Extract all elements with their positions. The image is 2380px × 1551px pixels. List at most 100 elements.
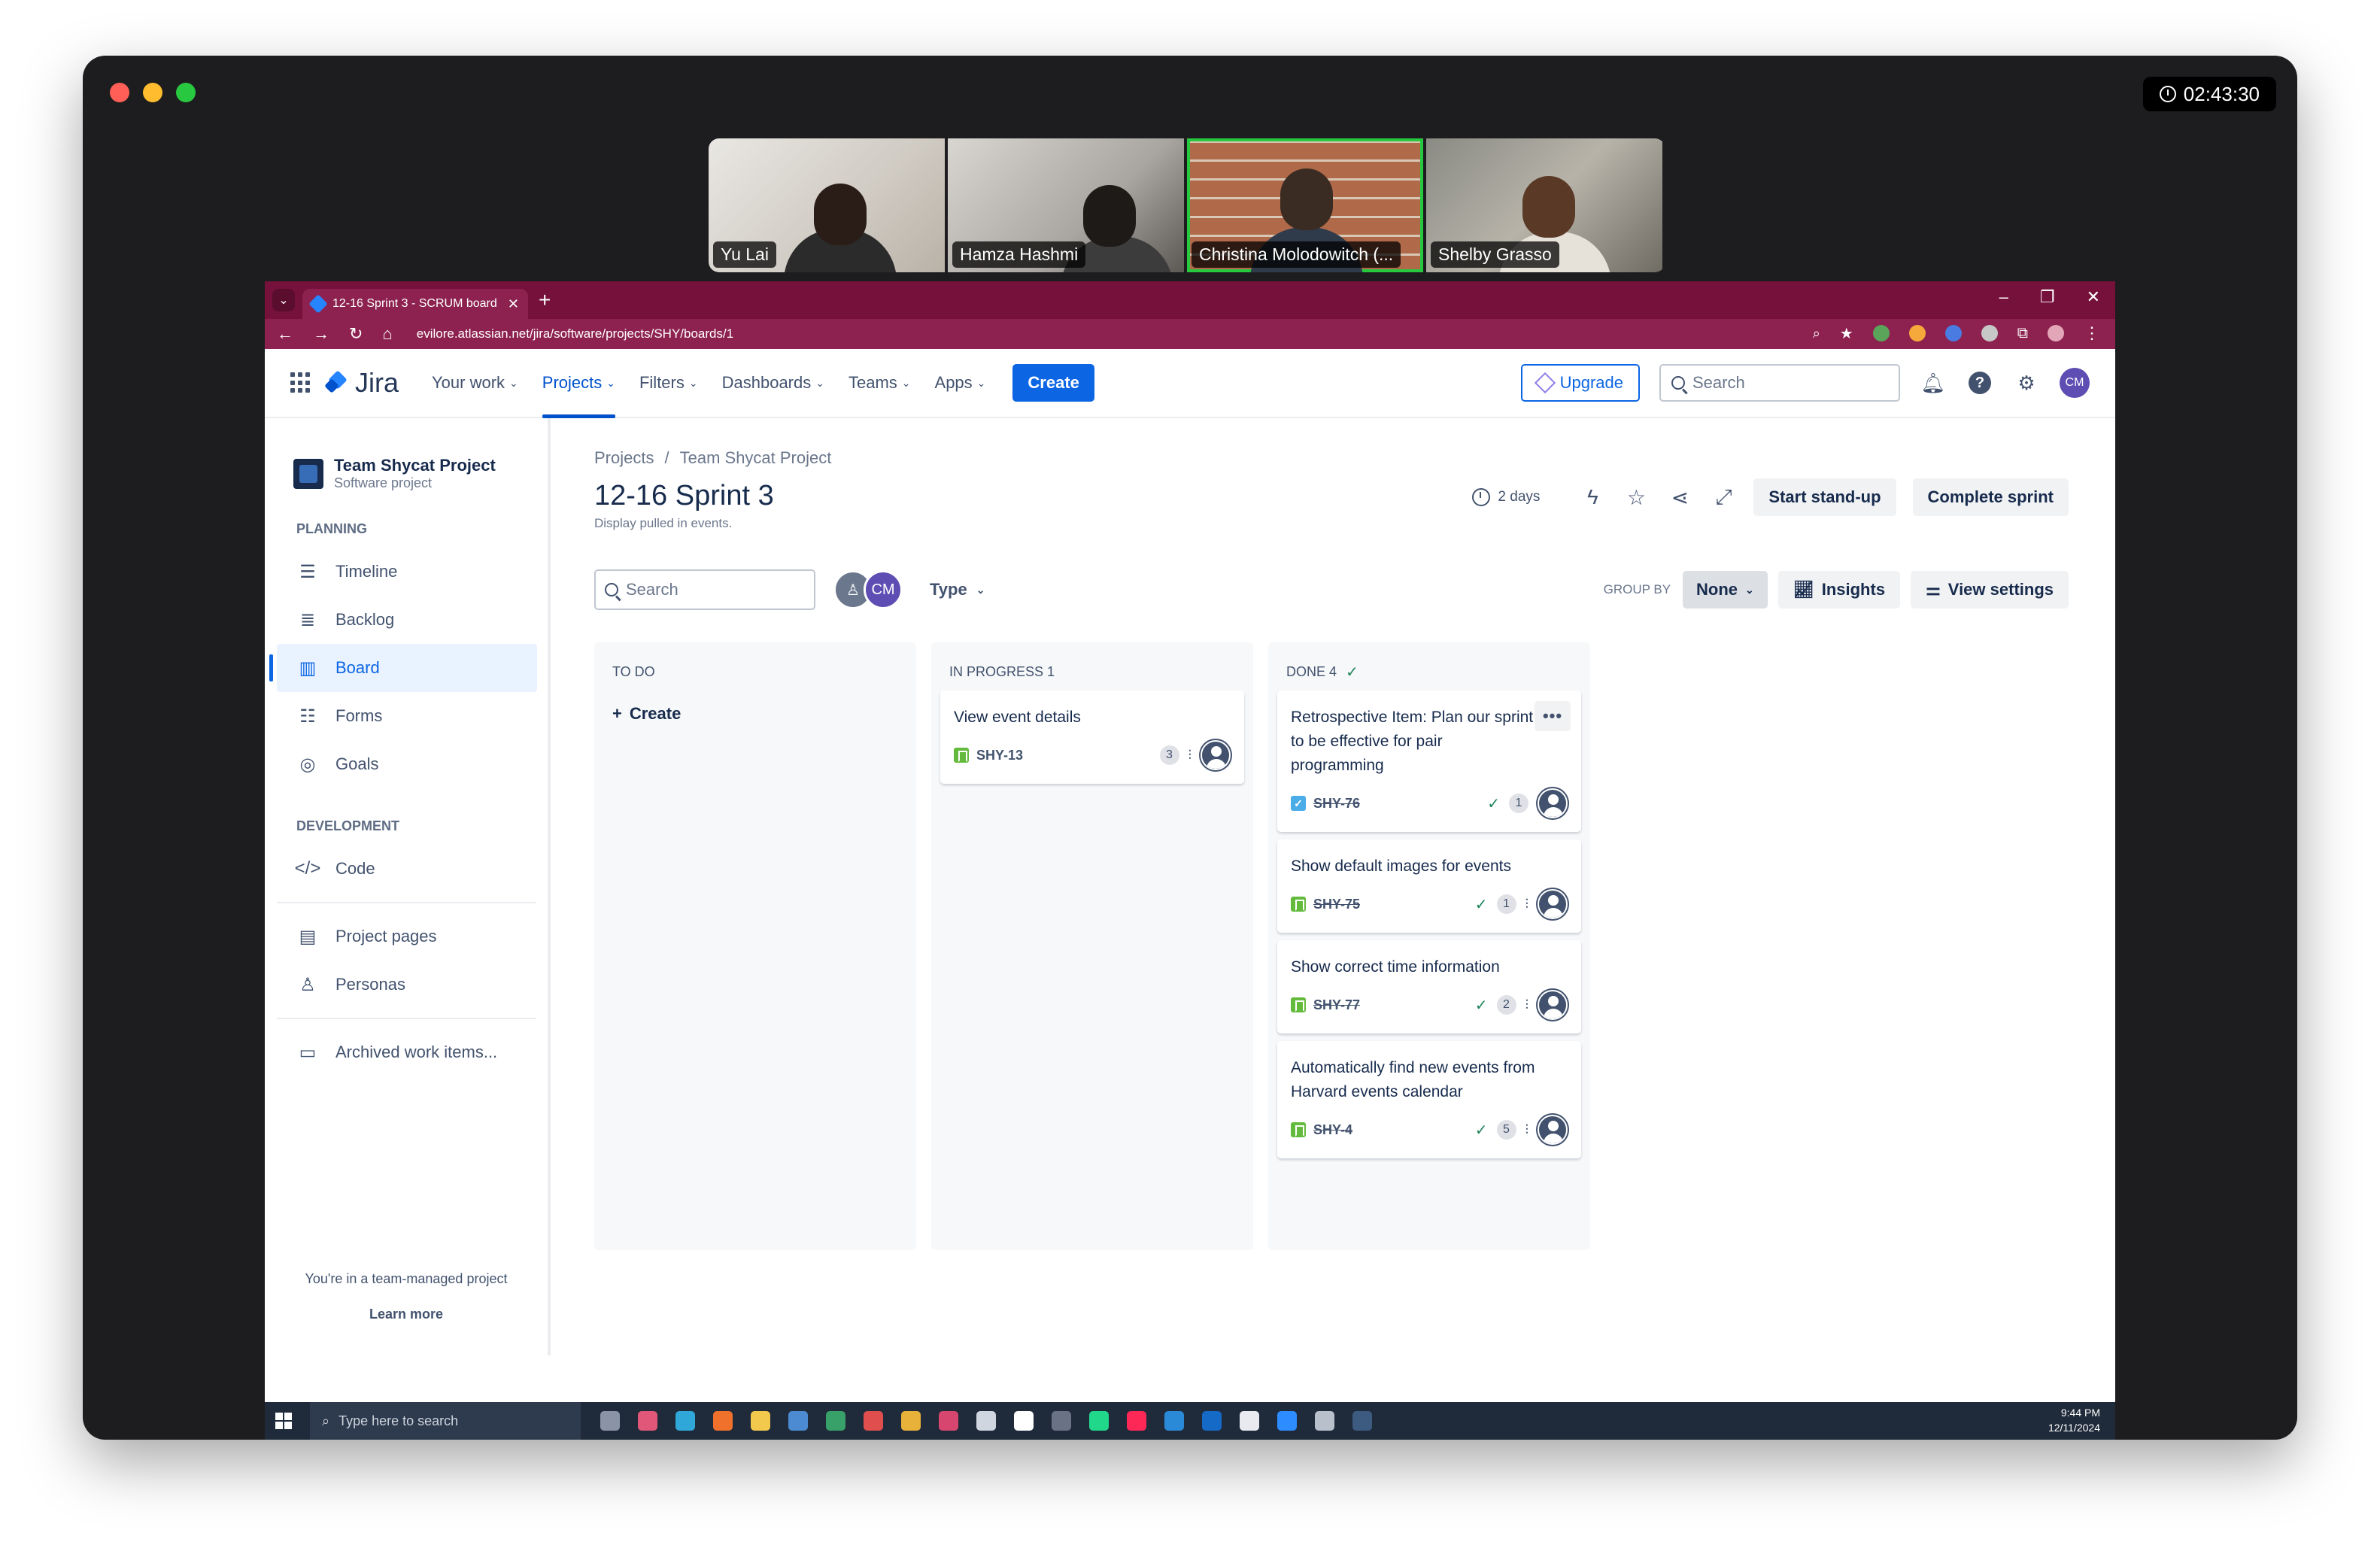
complete-sprint-button[interactable]: Complete sprint <box>1912 478 2069 516</box>
global-search-input[interactable]: Search <box>1659 364 1900 402</box>
bookmark-star-icon[interactable]: ★ <box>1840 324 1853 343</box>
extension-icon[interactable] <box>1908 325 1926 341</box>
minimize-window-button[interactable] <box>143 83 162 102</box>
app-icon[interactable] <box>788 1411 808 1431</box>
assignee-avatar[interactable] <box>1538 788 1568 818</box>
profile-avatar[interactable]: CM <box>2060 368 2090 398</box>
notepad-icon[interactable] <box>826 1411 845 1431</box>
zoom-window-button[interactable] <box>176 83 196 102</box>
close-icon[interactable]: ✕ <box>508 296 519 312</box>
copilot-icon[interactable] <box>638 1411 657 1431</box>
notifications-icon[interactable]: 🔔︎ <box>1920 369 1947 396</box>
participant-tile[interactable]: Hamza Hashmi <box>948 138 1184 272</box>
issue-card[interactable]: View event details SHY-13 3 ⫶ <box>940 691 1244 784</box>
issue-key[interactable]: SHY-77 <box>1313 997 1360 1013</box>
profile-icon[interactable] <box>2048 325 2064 341</box>
close-icon[interactable]: ✕ <box>2087 287 2100 307</box>
sidebar-item-backlog[interactable]: ≣ Backlog <box>277 596 537 644</box>
issue-key[interactable]: SHY-76 <box>1313 796 1360 812</box>
url-field[interactable]: evilore.atlassian.net/jira/software/proj… <box>417 326 733 341</box>
issue-card[interactable]: Show default images for events SHY-75 ✓ … <box>1277 839 1581 933</box>
jira-logo[interactable]: Jira <box>326 367 399 399</box>
assignee-avatar[interactable] <box>1538 1115 1568 1145</box>
clock-app-icon[interactable] <box>976 1411 996 1431</box>
issue-card[interactable]: Show correct time information SHY-77 ✓ 2… <box>1277 940 1581 1033</box>
participant-tile[interactable]: Yu Lai <box>709 138 945 272</box>
issue-key[interactable]: SHY-13 <box>976 748 1023 763</box>
chrome-icon[interactable] <box>864 1411 883 1431</box>
share-icon[interactable]: ⋖ <box>1666 485 1693 510</box>
nav-filters[interactable]: Filters ⌄ <box>639 349 698 417</box>
nav-projects[interactable]: Projects ⌄ <box>542 349 616 418</box>
nav-apps[interactable]: Apps ⌄ <box>935 349 986 417</box>
breadcrumb-projects[interactable]: Projects <box>594 448 654 468</box>
outlook-icon[interactable] <box>1202 1411 1222 1431</box>
close-window-button[interactable] <box>110 83 129 102</box>
sidebar-item-code[interactable]: </> Code <box>277 845 537 893</box>
more-actions-button[interactable]: ••• <box>1535 701 1571 731</box>
chrome-icon[interactable] <box>939 1411 958 1431</box>
assignee-avatar[interactable] <box>1538 889 1568 919</box>
browser-tab[interactable]: 12-16 Sprint 3 - SCRUM board ✕ <box>302 289 528 319</box>
view-settings-button[interactable]: ⚌ View settings <box>1911 571 2069 609</box>
sidebar-item-forms[interactable]: ☷ Forms <box>277 692 537 740</box>
sidebar-item-project-pages[interactable]: ▤ Project pages <box>277 912 537 961</box>
sidebar-item-archived[interactable]: ▭ Archived work items... <box>277 1028 537 1076</box>
reload-icon[interactable]: ↻ <box>349 324 363 344</box>
minimize-icon[interactable]: – <box>1999 287 2008 307</box>
extension-icon[interactable] <box>1981 325 1998 341</box>
star-icon[interactable]: ☆ <box>1623 485 1650 510</box>
type-filter-dropdown[interactable]: Type ⌄ <box>930 580 985 599</box>
create-button[interactable]: Create <box>1012 364 1094 402</box>
zoom-icon[interactable] <box>1277 1411 1297 1431</box>
start-standup-button[interactable]: Start stand-up <box>1753 478 1896 516</box>
system-clock[interactable]: 9:44 PM 12/11/2024 <box>2048 1405 2100 1435</box>
zoom-icon[interactable]: ⌕ <box>1813 326 1820 341</box>
menu-kebab-icon[interactable]: ⋮ <box>2084 323 2100 343</box>
tab-search-button[interactable]: ⌄ <box>272 289 295 311</box>
slack-icon[interactable] <box>1240 1411 1259 1431</box>
file-explorer-icon[interactable] <box>751 1411 770 1431</box>
upgrade-button[interactable]: Upgrade <box>1520 364 1640 402</box>
firefox-icon[interactable] <box>713 1411 733 1431</box>
insights-button[interactable]: 📈︎ Insights <box>1777 571 1901 609</box>
home-icon[interactable]: ⌂ <box>382 324 392 344</box>
assignee-avatar[interactable] <box>1538 990 1568 1020</box>
pycharm-icon[interactable] <box>1089 1411 1109 1431</box>
user-avatar[interactable]: CM <box>864 570 903 609</box>
issue-card[interactable]: Retrospective Item: Plan our sprint to b… <box>1277 691 1581 832</box>
participant-tile[interactable]: Shelby Grasso <box>1426 138 1662 272</box>
issue-card[interactable]: Automatically find new events from Harva… <box>1277 1041 1581 1158</box>
app-icon[interactable] <box>1014 1411 1034 1431</box>
nav-teams[interactable]: Teams ⌄ <box>848 349 911 417</box>
issue-key[interactable]: SHY-4 <box>1313 1122 1352 1138</box>
create-issue-button[interactable]: + Create <box>612 704 910 724</box>
intellij-icon[interactable] <box>1127 1411 1146 1431</box>
back-arrow-icon[interactable]: ← <box>277 324 293 344</box>
app-icon[interactable] <box>1052 1411 1071 1431</box>
nav-your-work[interactable]: Your work ⌄ <box>432 349 518 417</box>
task-view-icon[interactable] <box>600 1411 620 1431</box>
sidebar-item-board[interactable]: ▥ Board <box>269 644 537 692</box>
app-switcher-icon[interactable] <box>290 372 311 393</box>
help-button[interactable]: ? <box>1966 369 1993 396</box>
sidebar-item-goals[interactable]: ◎ Goals <box>277 740 537 788</box>
learn-more-link[interactable]: Learn more <box>265 1307 548 1322</box>
forward-arrow-icon[interactable]: → <box>313 324 329 344</box>
extensions-puzzle-icon[interactable]: ⧉ <box>2017 325 2028 342</box>
app-icon[interactable] <box>1352 1411 1372 1431</box>
sidebar-item-personas[interactable]: ♙ Personas <box>277 961 537 1009</box>
edge-icon[interactable] <box>675 1411 695 1431</box>
automation-lightning-icon[interactable]: ϟ <box>1579 485 1606 509</box>
extension-icon[interactable] <box>1944 325 1962 341</box>
board-search-input[interactable]: Search <box>594 569 815 610</box>
group-by-dropdown[interactable]: None ⌄ <box>1683 571 1768 609</box>
vscode-icon[interactable] <box>1164 1411 1184 1431</box>
extension-icon[interactable] <box>1872 325 1890 341</box>
participant-tile-active-speaker[interactable]: Christina Molodowitch (... <box>1187 138 1423 272</box>
project-header[interactable]: Team Shycat Project Software project <box>265 418 548 491</box>
expand-icon[interactable]: ⤢ <box>1710 485 1737 510</box>
new-tab-button[interactable]: + <box>539 288 551 312</box>
breadcrumb-project[interactable]: Team Shycat Project <box>680 448 832 468</box>
windows-start-icon[interactable] <box>275 1413 292 1429</box>
